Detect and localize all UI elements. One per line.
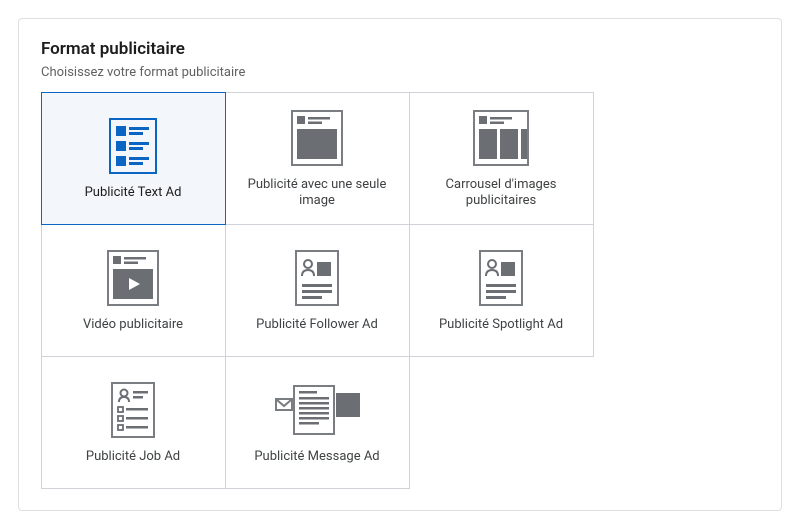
job-ad-icon [111,377,155,443]
format-message-ad[interactable]: Publicité Message Ad [225,356,410,489]
ad-format-grid: Publicité Text Ad Publicité avec une seu… [41,92,759,488]
format-label: Publicité Job Ad [86,449,180,465]
text-ad-icon [109,113,157,179]
message-ad-icon [274,377,360,443]
spotlight-ad-icon [479,245,523,311]
format-follower-ad[interactable]: Publicité Follower Ad [225,224,410,357]
format-label: Publicité Text Ad [85,185,182,201]
format-label: Carrousel d'images publicitaires [426,177,576,210]
format-label: Publicité Follower Ad [256,317,378,333]
format-label: Publicité Message Ad [254,449,379,465]
format-job-ad[interactable]: Publicité Job Ad [41,356,226,489]
format-spotlight-ad[interactable]: Publicité Spotlight Ad [409,224,594,357]
section-subtitle: Choisissez votre format publicitaire [41,65,759,80]
carousel-ad-icon [473,105,529,171]
ad-format-card: Format publicitaire Choisissez votre for… [18,18,782,511]
format-video-ad[interactable]: Vidéo publicitaire [41,224,226,357]
format-carousel-ad[interactable]: Carrousel d'images publicitaires [409,92,594,225]
format-label: Publicité Spotlight Ad [439,317,563,333]
section-title: Format publicitaire [41,39,759,59]
format-text-ad[interactable]: Publicité Text Ad [41,92,226,225]
format-label: Publicité avec une seule image [242,177,392,210]
format-label: Vidéo publicitaire [83,317,183,333]
single-image-ad-icon [291,105,343,171]
format-single-image-ad[interactable]: Publicité avec une seule image [225,92,410,225]
follower-ad-icon [295,245,339,311]
video-ad-icon [107,245,159,311]
